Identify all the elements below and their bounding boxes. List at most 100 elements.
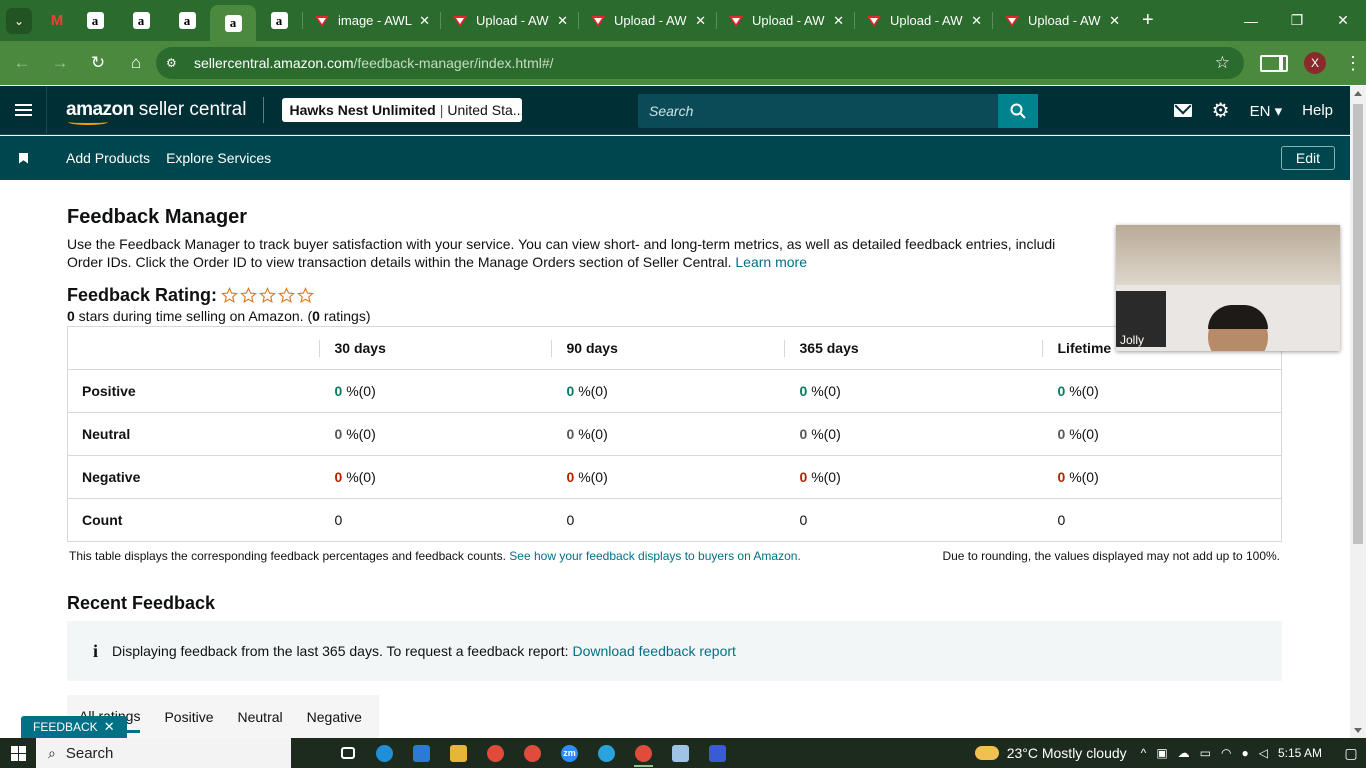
chrome-icon[interactable] xyxy=(477,738,514,768)
nav-explore-services[interactable]: Explore Services xyxy=(166,150,271,166)
tab-search-button[interactable]: ⌄ xyxy=(6,7,32,34)
rating-summary-end: ratings) xyxy=(319,308,371,324)
language-selector[interactable]: EN ▾ xyxy=(1250,102,1283,120)
nav-add-products[interactable]: Add Products xyxy=(66,150,150,166)
forward-icon[interactable]: → xyxy=(42,45,78,81)
hamburger-menu-icon[interactable] xyxy=(0,85,47,135)
browser-tab[interactable]: Upload - AW ✕ xyxy=(578,0,716,41)
profile-avatar[interactable]: X xyxy=(1304,52,1326,74)
store-name: Hawks Nest Unlimited xyxy=(289,102,436,118)
video-call-overlay[interactable]: Jolly xyxy=(1116,225,1340,351)
description-line-2: Order IDs. Click the Order ID to view tr… xyxy=(67,253,1127,271)
search-button[interactable] xyxy=(998,94,1038,128)
tab-neutral[interactable]: Neutral xyxy=(238,709,283,725)
scroll-down-icon[interactable] xyxy=(1354,728,1362,733)
table-cell: 0 %(0) xyxy=(1041,369,1282,413)
feedback-display-link[interactable]: See how your feedback displays to buyers… xyxy=(509,549,801,563)
close-icon[interactable]: ✕ xyxy=(833,13,844,29)
close-icon[interactable]: ✕ xyxy=(971,13,982,29)
back-icon[interactable]: ← xyxy=(4,45,40,81)
mail-icon[interactable] xyxy=(1173,104,1192,117)
pinned-tab-amazon[interactable]: a xyxy=(72,0,118,41)
page-description: Use the Feedback Manager to track buyer … xyxy=(67,235,1127,271)
header-actions: ⚙ EN ▾ Help xyxy=(1154,86,1333,135)
file-explorer-icon[interactable] xyxy=(440,738,477,768)
store-switcher[interactable]: Hawks Nest Unlimited | United Sta... xyxy=(282,98,523,122)
pinned-tab-amazon-active[interactable]: a xyxy=(210,5,256,41)
gear-icon[interactable]: ⚙ xyxy=(1212,98,1230,123)
edit-button[interactable]: Edit xyxy=(1280,146,1335,170)
cloud-icon xyxy=(974,746,999,760)
windows-start-icon[interactable] xyxy=(0,738,36,768)
menu-kebab-icon[interactable]: ⋮ xyxy=(1340,53,1366,74)
chrome-icon-active[interactable] xyxy=(625,738,662,768)
close-icon[interactable]: ✕ xyxy=(1109,13,1120,29)
onedrive-icon[interactable]: ☁ xyxy=(1178,746,1190,760)
help-link[interactable]: Help xyxy=(1302,102,1333,119)
home-icon[interactable]: ⌂ xyxy=(118,45,154,81)
close-icon[interactable]: ✕ xyxy=(695,13,706,29)
page-scrollbar[interactable] xyxy=(1350,86,1366,738)
amazon-smile-icon xyxy=(68,119,108,125)
close-icon[interactable]: ✕ xyxy=(419,13,430,29)
reload-icon[interactable]: ↻ xyxy=(80,45,116,81)
description-line-1: Use the Feedback Manager to track buyer … xyxy=(67,236,1056,252)
column-header: 90 days xyxy=(550,339,784,357)
telegram-glyph xyxy=(598,744,615,762)
browser-tab[interactable]: Upload - AW ✕ xyxy=(716,0,854,41)
microphone-icon[interactable]: ● xyxy=(1241,746,1248,760)
tab-positive[interactable]: Positive xyxy=(164,709,213,725)
telegram-icon[interactable] xyxy=(588,738,625,768)
search-input[interactable] xyxy=(638,94,998,128)
site-info-icon[interactable]: ⚙ xyxy=(166,56,186,70)
pinned-tab-gmail[interactable]: M xyxy=(42,0,72,41)
amazon-icon: a xyxy=(270,12,288,29)
zoom-icon[interactable]: zm xyxy=(551,738,588,768)
cell-count: %(0) xyxy=(811,383,841,399)
zoom-glyph: zm xyxy=(561,744,578,762)
browser-tab[interactable]: Upload - AW ✕ xyxy=(440,0,578,41)
clock[interactable]: 5:15 AM xyxy=(1278,746,1322,760)
address-bar[interactable]: ⚙ sellercentral.amazon.com/feedback-mana… xyxy=(156,47,1244,79)
weather-widget[interactable]: 23°C Mostly cloudy xyxy=(974,745,1127,761)
browser-tab[interactable]: Upload - AW ✕ xyxy=(854,0,992,41)
cell-value: 0 xyxy=(1057,426,1066,442)
pinned-tab-amazon[interactable]: a xyxy=(118,0,164,41)
notification-icon[interactable]: ▢ xyxy=(1336,745,1366,762)
pinned-tab-amazon[interactable]: a xyxy=(164,0,210,41)
editor-icon[interactable] xyxy=(699,738,736,768)
browser-tab[interactable]: image - AWL ✕ xyxy=(302,0,440,41)
task-view-icon[interactable] xyxy=(329,738,366,768)
browser-tab[interactable]: Upload - AW ✕ xyxy=(992,0,1130,41)
close-icon[interactable]: ✕ xyxy=(557,13,568,29)
chevron-up-icon[interactable]: ^ xyxy=(1141,746,1147,760)
edge-icon[interactable] xyxy=(366,738,403,768)
battery-icon[interactable]: ▭ xyxy=(1200,746,1211,760)
volume-icon[interactable]: ◁ xyxy=(1259,746,1268,760)
close-icon[interactable]: ✕ xyxy=(104,719,115,735)
cell-value: 0 xyxy=(799,469,808,485)
minimize-icon[interactable]: — xyxy=(1228,0,1274,41)
scroll-up-icon[interactable] xyxy=(1354,91,1362,96)
pinned-tab-amazon[interactable]: a xyxy=(256,0,302,41)
close-window-icon[interactable]: ✕ xyxy=(1320,0,1366,41)
meet-now-icon[interactable]: ▣ xyxy=(1156,746,1167,760)
bookmark-star-icon[interactable]: ☆ xyxy=(1215,53,1230,73)
chrome-icon[interactable] xyxy=(514,738,551,768)
download-feedback-report-link[interactable]: Download feedback report xyxy=(572,643,735,659)
taskbar-search[interactable]: ⌕ Search xyxy=(36,738,291,768)
scroll-thumb[interactable] xyxy=(1353,104,1363,544)
side-panel-icon[interactable] xyxy=(1260,54,1288,72)
tab-negative[interactable]: Negative xyxy=(307,709,362,725)
store-icon[interactable] xyxy=(403,738,440,768)
wifi-icon[interactable]: ◠ xyxy=(1221,746,1231,760)
notepad-icon[interactable] xyxy=(662,738,699,768)
feedback-button[interactable]: FEEDBACK ✕ xyxy=(21,716,127,738)
amazon-seller-central-logo[interactable]: amazon seller central xyxy=(66,99,246,125)
bookmark-icon[interactable] xyxy=(19,152,28,164)
row-label: Positive xyxy=(67,369,319,413)
new-tab-button[interactable]: + xyxy=(1142,9,1154,32)
learn-more-link[interactable]: Learn more xyxy=(735,254,807,270)
restore-icon[interactable]: ❐ xyxy=(1274,0,1320,41)
editor-glyph xyxy=(709,744,726,762)
